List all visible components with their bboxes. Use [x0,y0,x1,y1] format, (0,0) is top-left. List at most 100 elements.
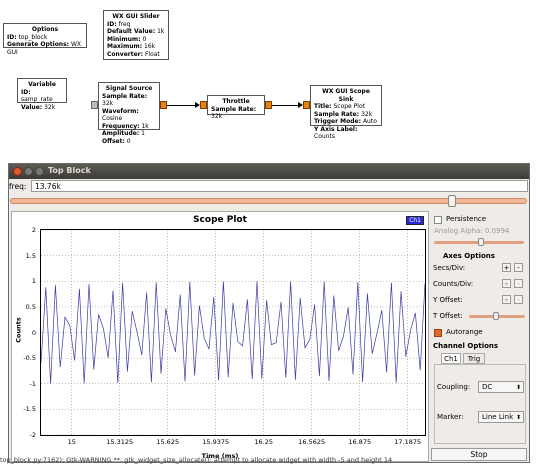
y-tick-label: -0.5 [23,354,36,363]
y-tick-label: 2 [31,226,36,234]
y-tick-label: 0.5 [25,302,36,311]
variable-row: Value: 32k [21,103,56,111]
slider-row: Default Value: 1k [107,28,165,35]
secs-div-label: Secs/Div: [433,264,466,272]
scope-sink-row: Title: Scope Plot [314,103,365,110]
options-block-title: Options [31,26,59,33]
scope-controls-panel: Persistence Analog Alpha: 0.0994 Axes Op… [431,211,528,462]
throttle-block[interactable]: Throttle Sample Rate: 32k [207,95,265,120]
minimize-icon[interactable] [24,167,33,176]
coupling-label: Coupling: [437,383,471,391]
plot-area[interactable] [40,229,426,436]
scope-sink-input-port[interactable] [303,101,310,109]
x-tick-label: 16.25 [254,438,274,446]
legend-ch1: Ch1 [406,216,424,225]
persistence-checkbox[interactable] [434,216,442,224]
signal-source-row: Frequency: 1k [102,122,149,130]
x-tick-label: 15.625 [156,438,180,446]
freq-slider-knob[interactable] [447,195,456,207]
signal-source-output-port[interactable] [160,101,167,109]
throttle-title: Throttle [222,98,250,105]
variable-block-title: Variable [28,81,56,88]
x-tick-label: 16.5625 [298,438,326,446]
scope-sink-row: Y Axis Label: Counts [314,125,358,141]
marker-select[interactable]: Line Link ⬍ [478,411,524,423]
scope-plot-svg [41,230,425,435]
y-tick-label: 1 [31,277,36,286]
analog-alpha-knob[interactable] [478,238,484,246]
options-id-row: ID: top_block [7,33,48,41]
signal-source-block[interactable]: Signal Source Sample Rate: 32k Waveform:… [98,82,160,145]
freq-label: freq: [9,182,27,191]
x-tick-label: 15.9375 [202,438,230,446]
terminal-warning-text: top_block.py:7162): Gtk-WARNING **: gtk_… [0,456,393,464]
throttle-output-port[interactable] [265,101,272,109]
y-tick-label: 1.5 [25,251,36,260]
axes-options-heading: Axes Options [443,252,495,260]
chevron-updown-icon: ⬍ [515,414,521,421]
counts-div-increase-button[interactable]: + [502,279,511,288]
x-tick-label: 17.1875 [394,438,422,446]
signal-source-title: Signal Source [105,85,153,92]
y-tick-label: -1.5 [23,405,36,414]
secs-div-decrease-button[interactable]: - [514,263,523,272]
channel-options-panel [434,364,526,444]
scope-sink-row: Sample Rate: 32k [314,110,373,118]
maximize-icon[interactable] [35,167,44,176]
wx-gui-slider-block[interactable]: WX GUI Slider ID: freq Default Value: 1k… [103,10,169,60]
freq-input[interactable]: 13.76k [31,180,528,192]
y-tick-label: -2 [29,431,36,439]
x-tick-label: 15 [67,438,76,446]
signal-source-row: Offset: 0 [102,137,131,145]
counts-div-label: Counts/Div: [433,280,474,288]
wire-throttle-to-scope [272,105,298,106]
options-generate-row: Generate Options: WX GUI [7,41,82,56]
throttle-input-port[interactable] [200,101,207,109]
y-offset-decrease-button[interactable]: - [514,295,523,304]
tab-ch1[interactable]: Ch1 [441,353,461,364]
close-icon[interactable] [13,167,22,176]
signal-source-row: Waveform: Cosine [102,107,139,123]
x-tick-label: 15.3125 [106,438,134,446]
y-offset-label: Y Offset: [433,296,463,304]
options-block[interactable]: Options ID: top_block Generate Options: … [3,23,87,56]
freq-slider[interactable] [9,195,529,209]
slider-block-title: WX GUI Slider [112,13,160,20]
signal-source-input-port[interactable] [91,101,98,109]
persistence-label: Persistence [446,215,487,223]
secs-div-increase-button[interactable]: + [502,263,511,272]
variable-block[interactable]: Variable ID: samp_rate Value: 32k [17,78,67,111]
freq-row: freq: 13.76k [9,179,529,195]
throttle-row: Sample Rate: 32k [211,105,257,121]
slider-row: ID: freq [107,20,131,28]
marker-label: Marker: [437,413,464,421]
y-tick-label: -1 [29,379,36,388]
scope-sink-title: WX GUI Scope Sink [322,88,370,103]
window-title: Top Block [48,166,91,175]
y-tick-label: 0 [31,328,36,337]
x-tick-label: 16.875 [348,438,372,446]
scope-sink-block[interactable]: WX GUI Scope Sink Title: Scope Plot Samp… [310,85,382,140]
coupling-value: DC [482,383,493,391]
chevron-updown-icon: ⬍ [515,384,521,391]
scope-sink-row: Trigger Mode: Auto [314,118,377,125]
slider-row: Converter: Float [107,50,160,58]
window-titlebar[interactable]: Top Block [9,164,529,179]
top-block-window: Top Block freq: 13.76k Scope Plot Ch1 Co… [8,163,530,463]
channel-options-heading: Channel Options [433,342,499,350]
slider-row: Minimum: 0 [107,35,147,43]
coupling-select[interactable]: DC ⬍ [478,381,524,393]
autorange-checkbox[interactable] [434,329,442,337]
t-offset-knob[interactable] [493,312,499,320]
counts-div-decrease-button[interactable]: - [514,279,523,288]
wire-source-to-throttle [167,105,195,106]
variable-row: ID: samp_rate [21,88,53,104]
analog-alpha-label: Analog Alpha: 0.0994 [434,227,510,235]
autorange-label: Autorange [446,328,483,336]
tab-trig[interactable]: Trig [463,353,485,364]
marker-value: Line Link [482,413,514,421]
signal-source-row: Amplitude: 1 [102,130,145,137]
t-offset-label: T Offset: [433,312,463,320]
slider-row: Maximum: 16k [107,43,156,50]
y-offset-increase-button[interactable]: + [502,295,511,304]
